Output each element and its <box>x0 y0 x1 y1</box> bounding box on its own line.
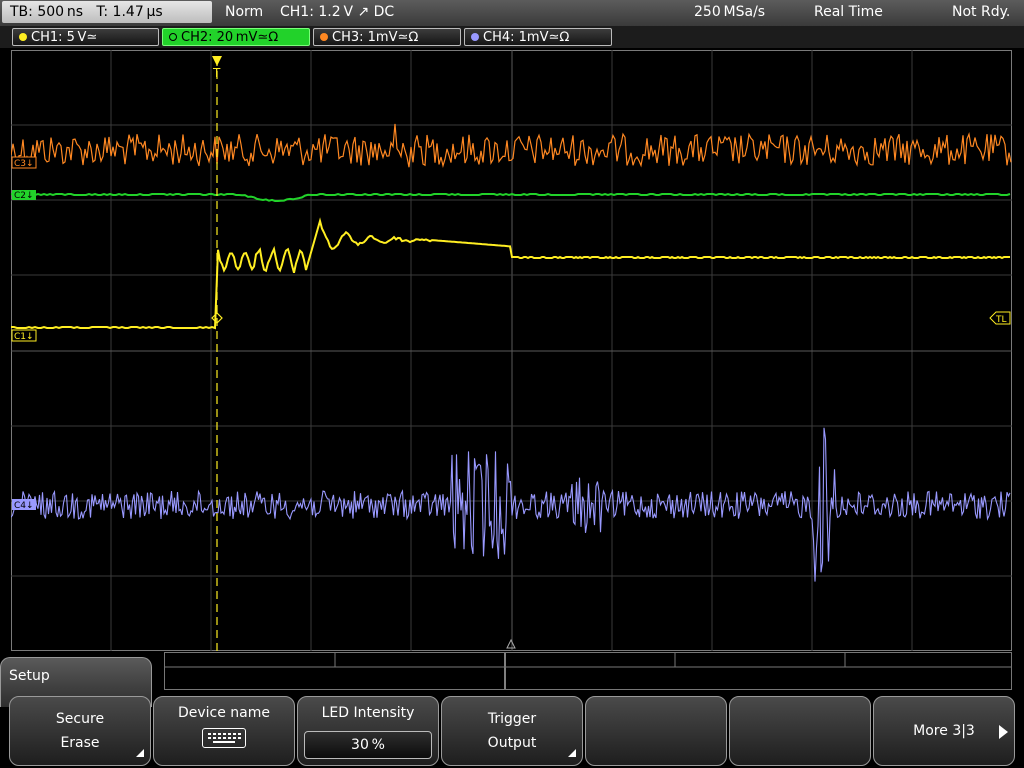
empty-softkey-5[interactable] <box>585 696 727 766</box>
empty-softkey-6[interactable] <box>729 696 871 766</box>
trigger-level-label: TL <box>995 315 1007 325</box>
led-intensity-value[interactable]: 30 % <box>304 731 432 759</box>
channel-tab-ch3[interactable]: CH3: 1mV≃Ω <box>313 28 461 46</box>
ch4-offset-marker[interactable]: C4↓ <box>12 499 36 511</box>
trigger-output-button[interactable]: Trigger Output <box>441 696 583 766</box>
device-name-button[interactable]: Device name <box>153 696 295 766</box>
ch2-color-dot <box>169 32 177 41</box>
channel-tab-ch2[interactable]: CH2: 20 mV≃Ω <box>162 28 310 46</box>
ch2-marker-label: C2↓ <box>14 191 34 201</box>
submenu-indicator-icon <box>136 749 144 757</box>
softkey-label: Erase <box>60 735 100 751</box>
trigger-time-value: T: 1.47 µs <box>96 4 163 20</box>
waveform-plot: T C3↓ C2↓ C1↓ C4↓ TL <box>11 50 1012 651</box>
trace-ch3 <box>11 123 1012 169</box>
timebase-value: TB: 500 ns <box>10 4 84 20</box>
channel-tab-ch1[interactable]: CH1: 5 V≃ <box>12 28 159 46</box>
secure-erase-button[interactable]: Secure Erase <box>9 696 151 766</box>
trigger-position-glyph: T <box>212 66 221 80</box>
ch2-label: CH2: 20 mV≃Ω <box>181 30 279 45</box>
ch3-label: CH3: 1mV≃Ω <box>332 30 419 45</box>
ch1-label: CH1: 5 V≃ <box>31 30 98 45</box>
ch1-offset-marker[interactable]: C1↓ <box>11 329 37 342</box>
led-intensity-button[interactable]: LED Intensity 30 % <box>297 696 439 766</box>
softkey-label: Output <box>487 735 537 751</box>
submenu-indicator-icon <box>568 749 576 757</box>
graticule <box>11 50 1012 651</box>
ch2-offset-marker[interactable]: C2↓ <box>12 190 36 201</box>
more-button[interactable]: More 3|3 <box>873 696 1015 766</box>
softkey-label: Secure <box>55 711 105 727</box>
next-page-icon <box>999 725 1008 739</box>
trigger-level-marker[interactable]: TL <box>989 311 1011 325</box>
channel-tab-ch4[interactable]: CH4: 1mV≃Ω <box>464 28 612 46</box>
trigger-position-marker[interactable] <box>212 56 222 66</box>
trigger-mode[interactable]: Norm <box>225 0 263 24</box>
sample-rate: 250 MSa/s <box>694 4 766 20</box>
softkey-label: More 3|3 <box>913 723 975 739</box>
softkey-label: Device name <box>177 705 271 721</box>
zoom-overview <box>164 652 1012 690</box>
ch3-marker-label: C3↓ <box>14 159 34 169</box>
ch3-offset-marker[interactable]: C3↓ <box>11 156 37 169</box>
timebase-display[interactable]: TB: 500 ns T: 1.47 µs <box>2 1 212 23</box>
overview-ticks <box>165 653 1011 689</box>
trace-ch4 <box>11 427 1011 582</box>
keyboard-icon <box>202 728 246 748</box>
center-marker <box>506 638 516 649</box>
trigger-state: Not Rdy. <box>952 4 1011 20</box>
keyboard-keys <box>208 733 241 743</box>
trigger-source[interactable]: CH1: 1.2 V ↗ DC <box>280 0 394 24</box>
ch4-marker-label: C4↓ <box>14 501 34 511</box>
ch3-color-dot <box>320 32 328 41</box>
softkey-label: Trigger <box>487 711 537 727</box>
ch1-marker-label: C1↓ <box>14 332 34 342</box>
acquisition-mode: Real Time <box>814 4 883 20</box>
softkey-label: LED Intensity <box>321 705 415 721</box>
ch4-label: CH4: 1mV≃Ω <box>483 30 570 45</box>
ch1-color-dot <box>19 32 27 41</box>
menu-title: Setup <box>9 668 50 684</box>
ch4-color-dot <box>471 32 479 41</box>
